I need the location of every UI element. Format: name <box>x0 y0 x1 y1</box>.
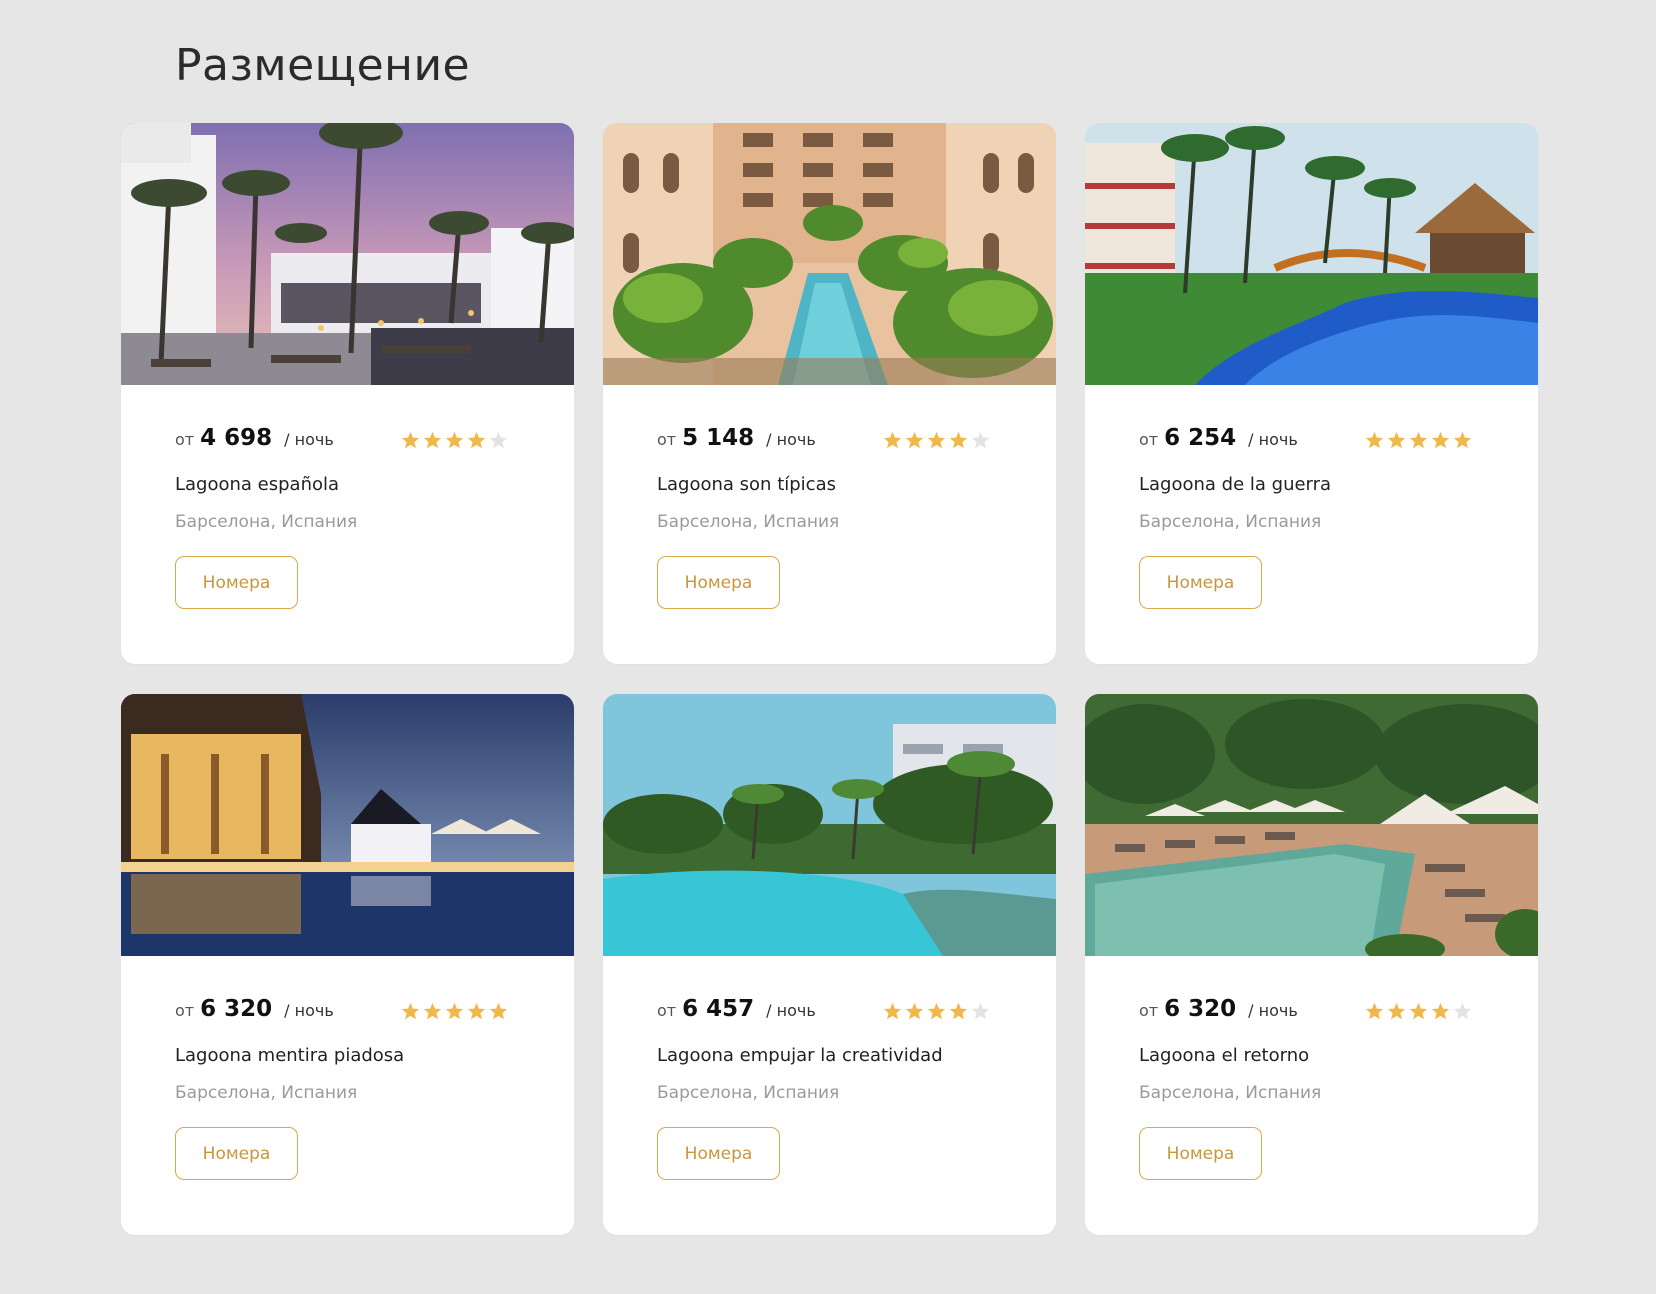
price-row: от 5 148 / ночь <box>657 425 816 451</box>
price-prefix: от <box>657 1001 677 1020</box>
hotel-name: Lagoona de la guerra <box>1139 474 1332 495</box>
hotel-name: Lagoona el retorno <box>1139 1045 1310 1066</box>
page-title: Размещение <box>175 40 471 91</box>
hotel-location: Барселона, Испания <box>657 1083 840 1103</box>
star-empty-icon <box>489 431 508 449</box>
star-filled-icon <box>1387 1002 1406 1020</box>
star-rating <box>401 1002 508 1020</box>
hotel-location: Барселона, Испания <box>1139 512 1322 532</box>
price-suffix: / ночь <box>1248 1001 1298 1020</box>
star-empty-icon <box>971 1002 990 1020</box>
star-filled-icon <box>467 1002 486 1020</box>
price-value: 6 254 <box>1164 425 1237 451</box>
hotel-photo[interactable] <box>1085 694 1538 956</box>
price-prefix: от <box>175 430 195 449</box>
star-rating <box>1365 431 1472 449</box>
rooms-button[interactable]: Номера <box>175 1127 298 1180</box>
star-filled-icon <box>905 431 924 449</box>
star-filled-icon <box>927 431 946 449</box>
price-suffix: / ночь <box>1248 430 1298 449</box>
star-filled-icon <box>489 1002 508 1020</box>
price-suffix: / ночь <box>766 430 816 449</box>
price-prefix: от <box>1139 430 1159 449</box>
hotel-photo[interactable] <box>121 123 574 385</box>
star-filled-icon <box>1431 1002 1450 1020</box>
star-filled-icon <box>927 1002 946 1020</box>
hotel-photo[interactable] <box>603 123 1056 385</box>
star-filled-icon <box>401 431 420 449</box>
hotel-photo[interactable] <box>1085 123 1538 385</box>
hotel-card: от 6 320 / ночь Lagoona el retorno Барсе… <box>1085 694 1538 1235</box>
hotel-photo[interactable] <box>603 694 1056 956</box>
price-row: от 6 457 / ночь <box>657 996 816 1022</box>
rooms-button[interactable]: Номера <box>1139 1127 1262 1180</box>
price-row: от 6 320 / ночь <box>175 996 334 1022</box>
price-prefix: от <box>1139 1001 1159 1020</box>
hotel-name: Lagoona son típicas <box>657 474 836 495</box>
hotel-name: Lagoona empujar la creatividad <box>657 1045 943 1066</box>
star-rating <box>883 431 990 449</box>
hotel-name: Lagoona española <box>175 474 340 495</box>
price-suffix: / ночь <box>284 1001 334 1020</box>
price-value: 5 148 <box>682 425 755 451</box>
price-value: 4 698 <box>200 425 273 451</box>
hotel-name: Lagoona mentira piadosa <box>175 1045 405 1066</box>
hotel-card: от 4 698 / ночь Lagoona española Барсело… <box>121 123 574 664</box>
hotel-location: Барселона, Испания <box>175 1083 358 1103</box>
price-row: от 6 254 / ночь <box>1139 425 1298 451</box>
star-filled-icon <box>883 431 902 449</box>
star-filled-icon <box>423 1002 442 1020</box>
price-value: 6 320 <box>200 996 273 1022</box>
star-filled-icon <box>883 1002 902 1020</box>
star-filled-icon <box>1365 431 1384 449</box>
star-rating <box>883 1002 990 1020</box>
price-suffix: / ночь <box>284 430 334 449</box>
star-filled-icon <box>949 1002 968 1020</box>
star-filled-icon <box>1409 1002 1428 1020</box>
star-filled-icon <box>1453 431 1472 449</box>
star-filled-icon <box>949 431 968 449</box>
price-value: 6 457 <box>682 996 755 1022</box>
star-filled-icon <box>423 431 442 449</box>
star-filled-icon <box>905 1002 924 1020</box>
star-filled-icon <box>1409 431 1428 449</box>
hotel-location: Барселона, Испания <box>1139 1083 1322 1103</box>
hotel-photo[interactable] <box>121 694 574 956</box>
star-filled-icon <box>1431 431 1450 449</box>
rooms-button[interactable]: Номера <box>175 556 298 609</box>
star-rating <box>401 431 508 449</box>
price-suffix: / ночь <box>766 1001 816 1020</box>
star-filled-icon <box>445 431 464 449</box>
hotel-location: Барселона, Испания <box>175 512 358 532</box>
star-filled-icon <box>445 1002 464 1020</box>
rooms-button[interactable]: Номера <box>1139 556 1262 609</box>
star-filled-icon <box>467 431 486 449</box>
price-row: от 4 698 / ночь <box>175 425 334 451</box>
star-filled-icon <box>401 1002 420 1020</box>
price-row: от 6 320 / ночь <box>1139 996 1298 1022</box>
price-value: 6 320 <box>1164 996 1237 1022</box>
hotel-card: от 6 320 / ночь Lagoona mentira piadosa … <box>121 694 574 1235</box>
price-prefix: от <box>657 430 677 449</box>
star-filled-icon <box>1365 1002 1384 1020</box>
hotel-card: от 6 254 / ночь Lagoona de la guerra Бар… <box>1085 123 1538 664</box>
star-empty-icon <box>1453 1002 1472 1020</box>
hotel-card: от 6 457 / ночь Lagoona empujar la creat… <box>603 694 1056 1235</box>
star-filled-icon <box>1387 431 1406 449</box>
rooms-button[interactable]: Номера <box>657 556 780 609</box>
hotel-grid: от 4 698 / ночь Lagoona española Барсело… <box>121 123 1538 1235</box>
hotel-card: от 5 148 / ночь Lagoona son típicas Барс… <box>603 123 1056 664</box>
rooms-button[interactable]: Номера <box>657 1127 780 1180</box>
star-rating <box>1365 1002 1472 1020</box>
star-empty-icon <box>971 431 990 449</box>
hotel-location: Барселона, Испания <box>657 512 840 532</box>
price-prefix: от <box>175 1001 195 1020</box>
